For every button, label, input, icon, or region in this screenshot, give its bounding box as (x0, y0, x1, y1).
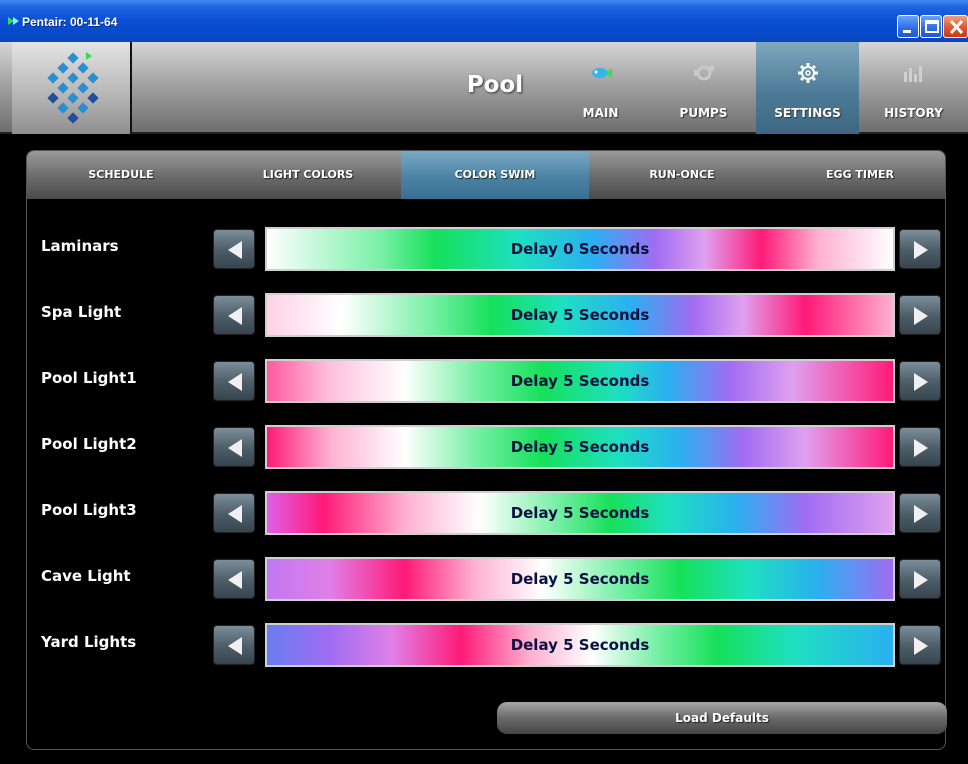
increase-delay-button[interactable] (899, 295, 941, 335)
circuit-label: Spa Light (41, 303, 122, 321)
circuit-label: Cave Light (41, 567, 131, 585)
color-swim-row-pool-light2: Pool Light2 Delay 5 Seconds (27, 423, 945, 471)
color-swim-row-pool-light1: Pool Light1 Delay 5 Seconds (27, 357, 945, 405)
right-arrow-icon (914, 439, 928, 457)
pentair-logo (47, 52, 99, 124)
pumps-icon (694, 65, 714, 81)
circuit-label: Pool Light3 (41, 501, 137, 519)
circuit-label: Pool Light1 (41, 369, 137, 387)
color-swim-bar[interactable]: Delay 5 Seconds (265, 359, 895, 403)
right-arrow-icon (914, 505, 928, 523)
decrease-delay-button[interactable] (213, 559, 255, 599)
color-swim-row-laminars: Laminars Delay 0 Seconds (27, 225, 945, 273)
gear-icon (798, 63, 818, 83)
increase-delay-button[interactable] (899, 361, 941, 401)
color-swim-row-yard-lights: Yard Lights Delay 5 Seconds (27, 621, 945, 669)
delay-text: Delay 5 Seconds (510, 570, 650, 588)
decrease-delay-button[interactable] (213, 295, 255, 335)
bar-chart-icon (904, 66, 922, 82)
close-button[interactable] (943, 15, 968, 38)
tab-run-once[interactable]: RUN-ONCE (589, 151, 775, 199)
nav-pumps-label: PUMPS (679, 106, 728, 120)
color-swim-bar[interactable]: Delay 5 Seconds (265, 293, 895, 337)
window-title: Pentair: 00-11-64 (22, 15, 118, 29)
increase-delay-button[interactable] (899, 427, 941, 467)
maximize-button[interactable] (920, 15, 942, 38)
tab-light-colors[interactable]: LIGHT COLORS (215, 151, 401, 199)
minimize-icon (903, 30, 911, 33)
color-swim-bar[interactable]: Delay 5 Seconds (265, 623, 895, 667)
circuit-label: Laminars (41, 237, 119, 255)
maximize-icon (925, 20, 939, 33)
logo-area[interactable] (12, 42, 132, 134)
decrease-delay-button[interactable] (213, 427, 255, 467)
left-arrow-icon (228, 439, 242, 457)
left-arrow-icon (228, 571, 242, 589)
minimize-button[interactable] (897, 15, 919, 38)
right-arrow-icon (914, 241, 928, 259)
color-swim-bar[interactable]: Delay 5 Seconds (265, 557, 895, 601)
main-fish-icon (592, 68, 612, 78)
right-arrow-icon (914, 373, 928, 391)
circuit-label: Yard Lights (41, 633, 137, 651)
increase-delay-button[interactable] (899, 229, 941, 269)
nav-settings[interactable]: SETTINGS (756, 42, 859, 134)
delay-text: Delay 5 Seconds (510, 438, 650, 456)
nav-settings-label: SETTINGS (774, 106, 841, 120)
delay-text: Delay 0 Seconds (510, 240, 650, 258)
tab-schedule[interactable]: SCHEDULE (27, 151, 215, 199)
tab-egg-timer[interactable]: EGG TIMER (775, 151, 945, 199)
decrease-delay-button[interactable] (213, 229, 255, 269)
delay-text: Delay 5 Seconds (510, 306, 650, 324)
right-arrow-icon (914, 571, 928, 589)
right-arrow-icon (914, 637, 928, 655)
delay-text: Delay 5 Seconds (510, 636, 650, 654)
increase-delay-button[interactable] (899, 625, 941, 665)
nav-history[interactable]: HISTORY (862, 42, 965, 134)
left-arrow-icon (228, 373, 242, 391)
nav-history-label: HISTORY (884, 106, 943, 120)
nav-main-label: MAIN (582, 106, 619, 120)
left-arrow-icon (228, 505, 242, 523)
increase-delay-button[interactable] (899, 493, 941, 533)
color-swim-row-spa-light: Spa Light Delay 5 Seconds (27, 291, 945, 339)
settings-tab-bar: SCHEDULE LIGHT COLORS COLOR SWIM RUN-ONC… (27, 151, 945, 199)
settings-panel: SCHEDULE LIGHT COLORS COLOR SWIM RUN-ONC… (26, 150, 947, 750)
app-window: Pentair: 00-11-64 Pool MAIN PUMPS SETTIN… (0, 0, 968, 764)
delay-text: Delay 5 Seconds (510, 372, 650, 390)
title-bar[interactable]: Pentair: 00-11-64 (0, 0, 968, 42)
nav-pumps[interactable]: PUMPS (652, 42, 755, 134)
right-arrow-icon (914, 307, 928, 325)
circuit-label: Pool Light2 (41, 435, 137, 453)
page-title: Pool (466, 72, 524, 98)
nav-main[interactable]: MAIN (549, 42, 652, 134)
pentair-app-icon (8, 17, 19, 25)
color-swim-row-cave-light: Cave Light Delay 5 Seconds (27, 555, 945, 603)
color-swim-row-pool-light3: Pool Light3 Delay 5 Seconds (27, 489, 945, 537)
decrease-delay-button[interactable] (213, 361, 255, 401)
app-header: Pool MAIN PUMPS SETTINGS HISTORY (0, 42, 968, 134)
tab-color-swim[interactable]: COLOR SWIM (401, 151, 589, 199)
delay-text: Delay 5 Seconds (510, 504, 650, 522)
left-arrow-icon (228, 241, 242, 259)
left-arrow-icon (228, 637, 242, 655)
decrease-delay-button[interactable] (213, 625, 255, 665)
color-swim-bar[interactable]: Delay 5 Seconds (265, 425, 895, 469)
color-swim-bar[interactable]: Delay 0 Seconds (265, 227, 895, 271)
close-icon (949, 19, 964, 35)
increase-delay-button[interactable] (899, 559, 941, 599)
color-swim-bar[interactable]: Delay 5 Seconds (265, 491, 895, 535)
decrease-delay-button[interactable] (213, 493, 255, 533)
left-arrow-icon (228, 307, 242, 325)
load-defaults-button[interactable]: Load Defaults (497, 702, 947, 734)
